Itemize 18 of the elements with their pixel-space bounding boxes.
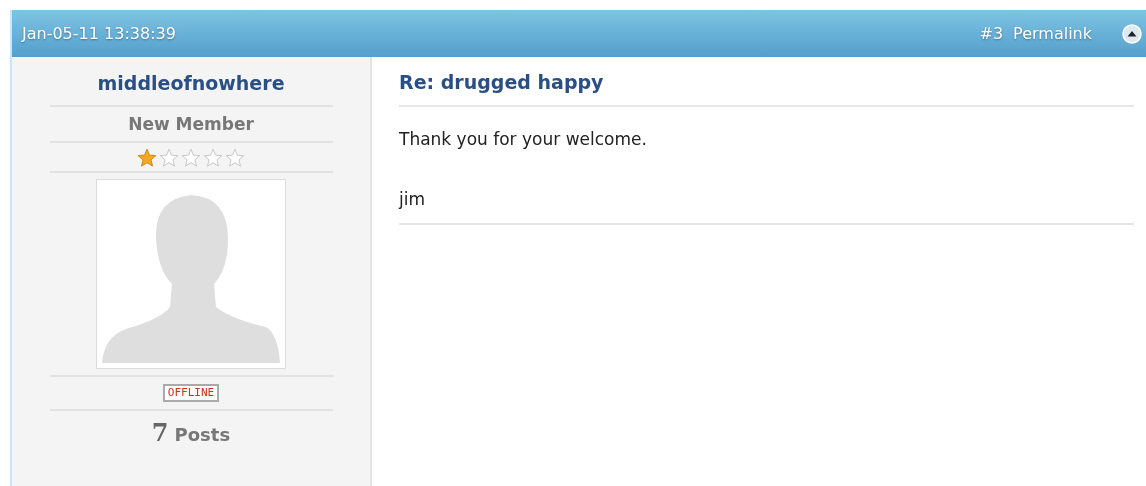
avatar-silhouette-icon (96, 179, 286, 369)
offline-status-badge: OFFLINE (162, 384, 220, 402)
post-text: Thank you for your welcome. (399, 129, 648, 149)
post-text: jim (399, 189, 426, 209)
scroll-up-icon[interactable] (1122, 23, 1142, 44)
post-number-link[interactable]: #3 (979, 24, 1004, 43)
star-icon (159, 148, 179, 168)
post-count-label: Posts (174, 424, 231, 445)
post-title: Re: drugged happy (399, 71, 1134, 107)
star-icon (225, 148, 245, 168)
post-count: 7 (151, 418, 169, 447)
permalink-link[interactable]: Permalink (1013, 24, 1092, 43)
star-icon (181, 148, 201, 168)
star-icon (137, 148, 157, 168)
username-link[interactable]: middleofnowhere (97, 64, 285, 98)
user-title: New Member (128, 114, 254, 134)
post-date: Jan-05-11 13:38:39 (22, 24, 176, 43)
star-icon (203, 148, 223, 168)
